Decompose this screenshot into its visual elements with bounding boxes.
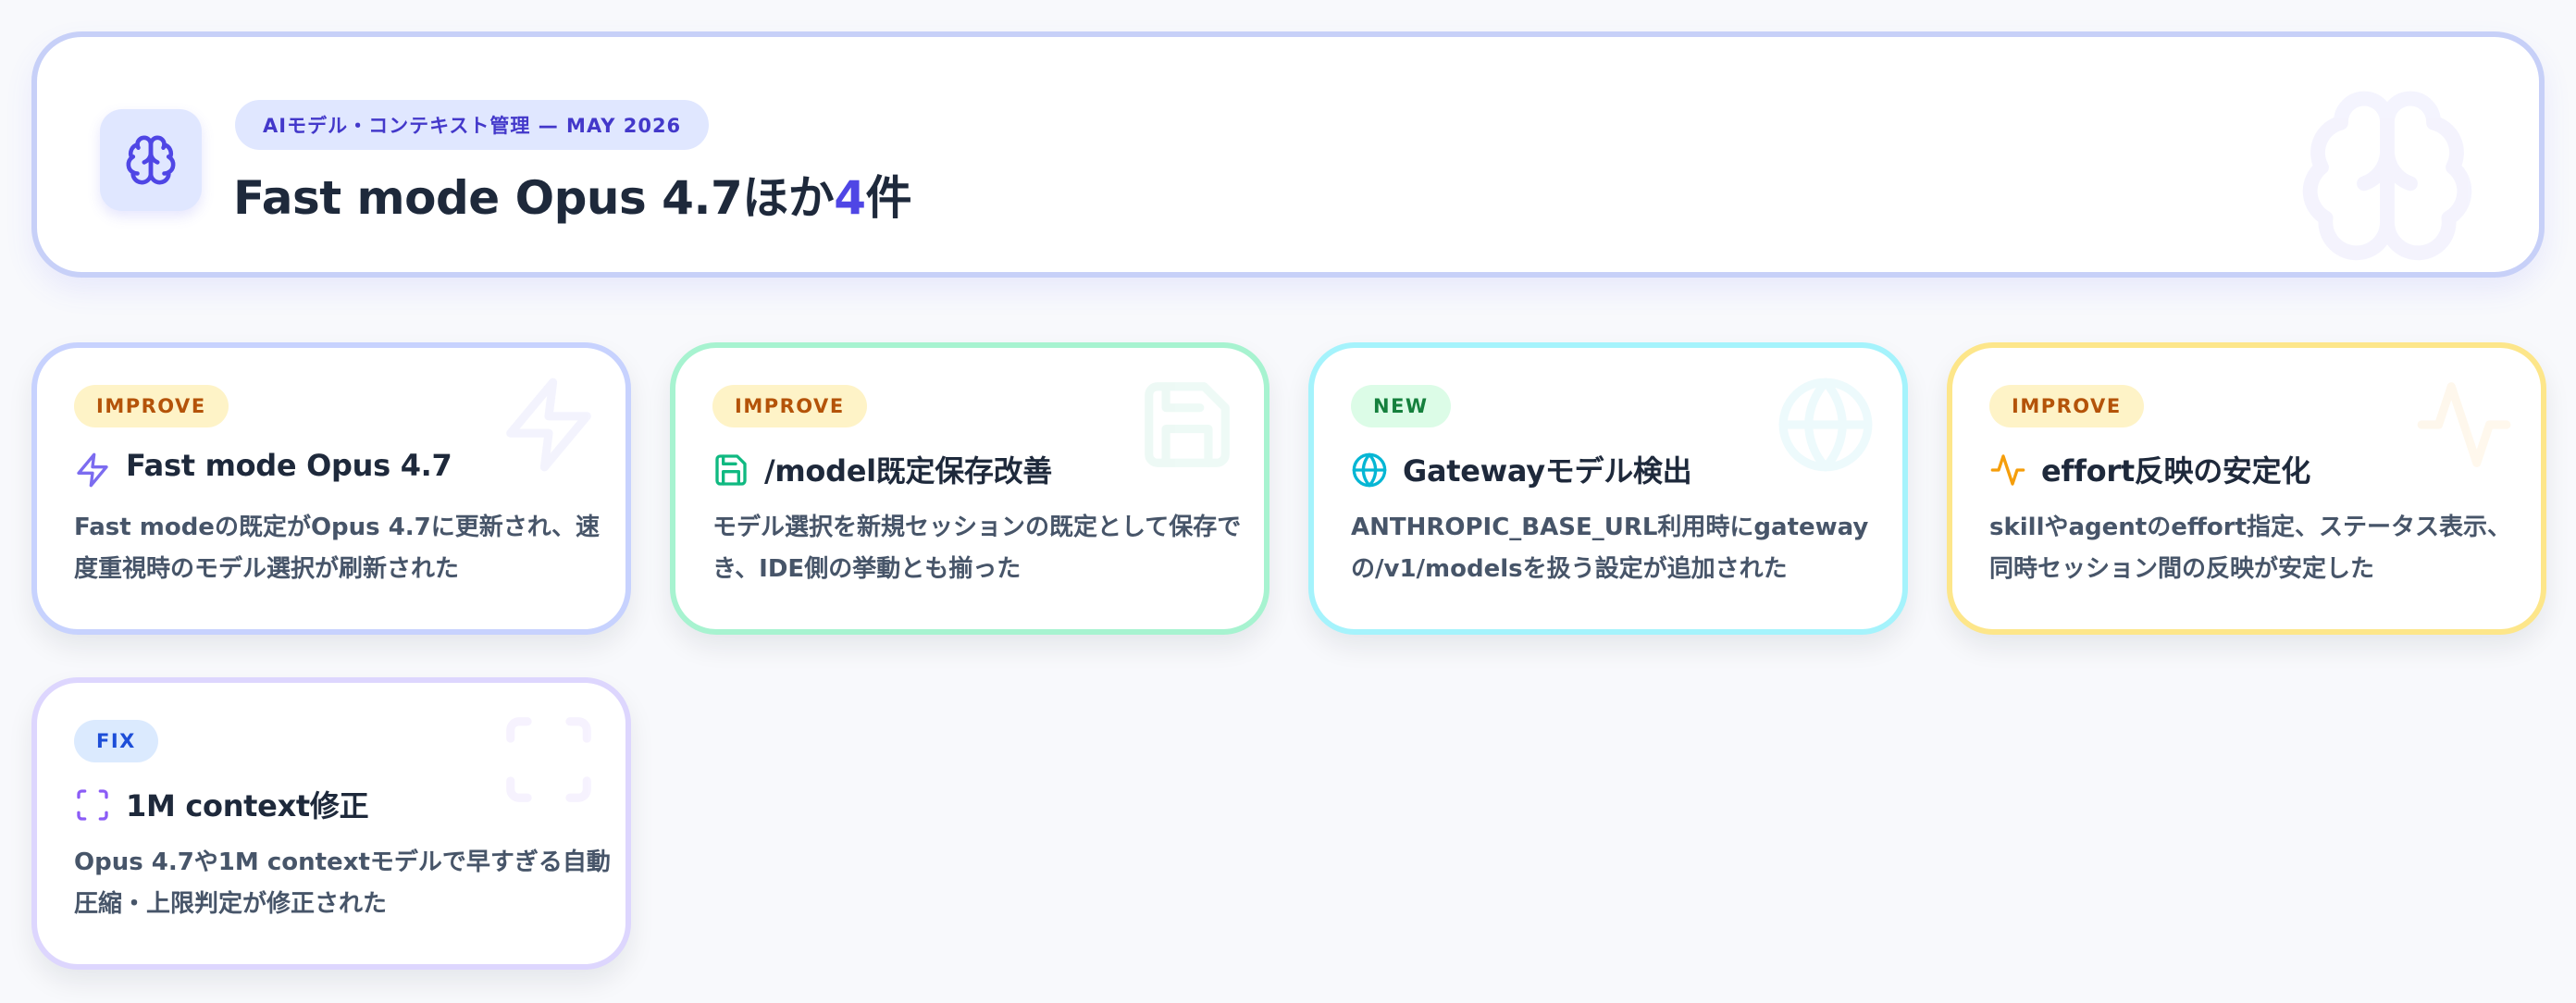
globe-icon	[1352, 452, 1387, 488]
fix-tag: FIX	[74, 720, 158, 762]
zap-icon	[77, 452, 108, 488]
card-description: Fast modeの既定がOpus 4.7に更新され、速度重視時のモデル選択が刷…	[74, 514, 601, 583]
zap-watermark-icon	[506, 378, 591, 472]
improve-tag: IMPROVE	[74, 385, 229, 427]
feature-card-effort[interactable]: IMPROVE effort反映の安定化 skillやagentのeffort指…	[1947, 342, 2546, 635]
brain-watermark-icon	[2302, 91, 2472, 261]
globe-watermark-icon	[1778, 378, 1873, 472]
page: AIモデル・コンテキスト管理 — MAY 2026 Fast mode Opus…	[0, 0, 2576, 1003]
activity-watermark-icon	[2417, 382, 2511, 467]
improve-tag: IMPROVE	[1989, 385, 2144, 427]
card-description: モデル選択を新規セッションの既定として保存でき、IDE側の挙動とも揃った	[712, 514, 1242, 583]
card-description: skillやagentのeffort指定、ステータス表示、同時セッション間の反映…	[1989, 514, 2512, 583]
save-watermark-icon	[1145, 382, 1230, 467]
header-icon-box	[100, 109, 202, 211]
scan-watermark-icon	[506, 717, 591, 802]
feature-card-fast-mode[interactable]: IMPROVE Fast mode Opus 4.7 Fast modeの既定が…	[31, 342, 631, 635]
title-suffix: 件	[865, 171, 912, 225]
header-card: AIモデル・コンテキスト管理 — MAY 2026 Fast mode Opus…	[31, 31, 2545, 278]
feature-card-gateway[interactable]: NEW Gatewayモデル検出 ANTHROPIC_BASE_URL利用時にg…	[1308, 342, 1908, 635]
activity-icon	[1990, 454, 2025, 486]
card-title: Fast mode Opus 4.7	[126, 448, 452, 483]
card-description: Opus 4.7や1M contextモデルで早すぎる自動圧縮・上限判定が修正さ…	[74, 848, 611, 918]
title-count: 4	[834, 171, 866, 225]
title-prefix: Fast mode Opus 4.7ほか	[233, 171, 835, 225]
save-icon	[715, 454, 747, 486]
improve-tag: IMPROVE	[712, 385, 867, 427]
card-title: 1M context修正	[126, 788, 369, 823]
feature-card-1m-context[interactable]: FIX 1M context修正 Opus 4.7や1M contextモデルで…	[31, 677, 631, 970]
scan-icon	[77, 789, 108, 821]
page-title: Fast mode Opus 4.7ほか4件	[233, 161, 912, 228]
card-title: Gatewayモデル検出	[1403, 453, 1692, 489]
feature-card-model-save[interactable]: IMPROVE /model既定保存改善 モデル選択を新規セッションの既定として…	[670, 342, 1269, 635]
header-category-badge: AIモデル・コンテキスト管理 — MAY 2026	[235, 100, 710, 150]
card-title: effort反映の安定化	[2041, 453, 2311, 489]
new-tag: NEW	[1351, 385, 1451, 427]
card-title: /model既定保存改善	[764, 453, 1052, 489]
brain-icon	[126, 135, 176, 185]
card-description: ANTHROPIC_BASE_URL利用時にgatewayの/v1/models…	[1351, 514, 1869, 583]
